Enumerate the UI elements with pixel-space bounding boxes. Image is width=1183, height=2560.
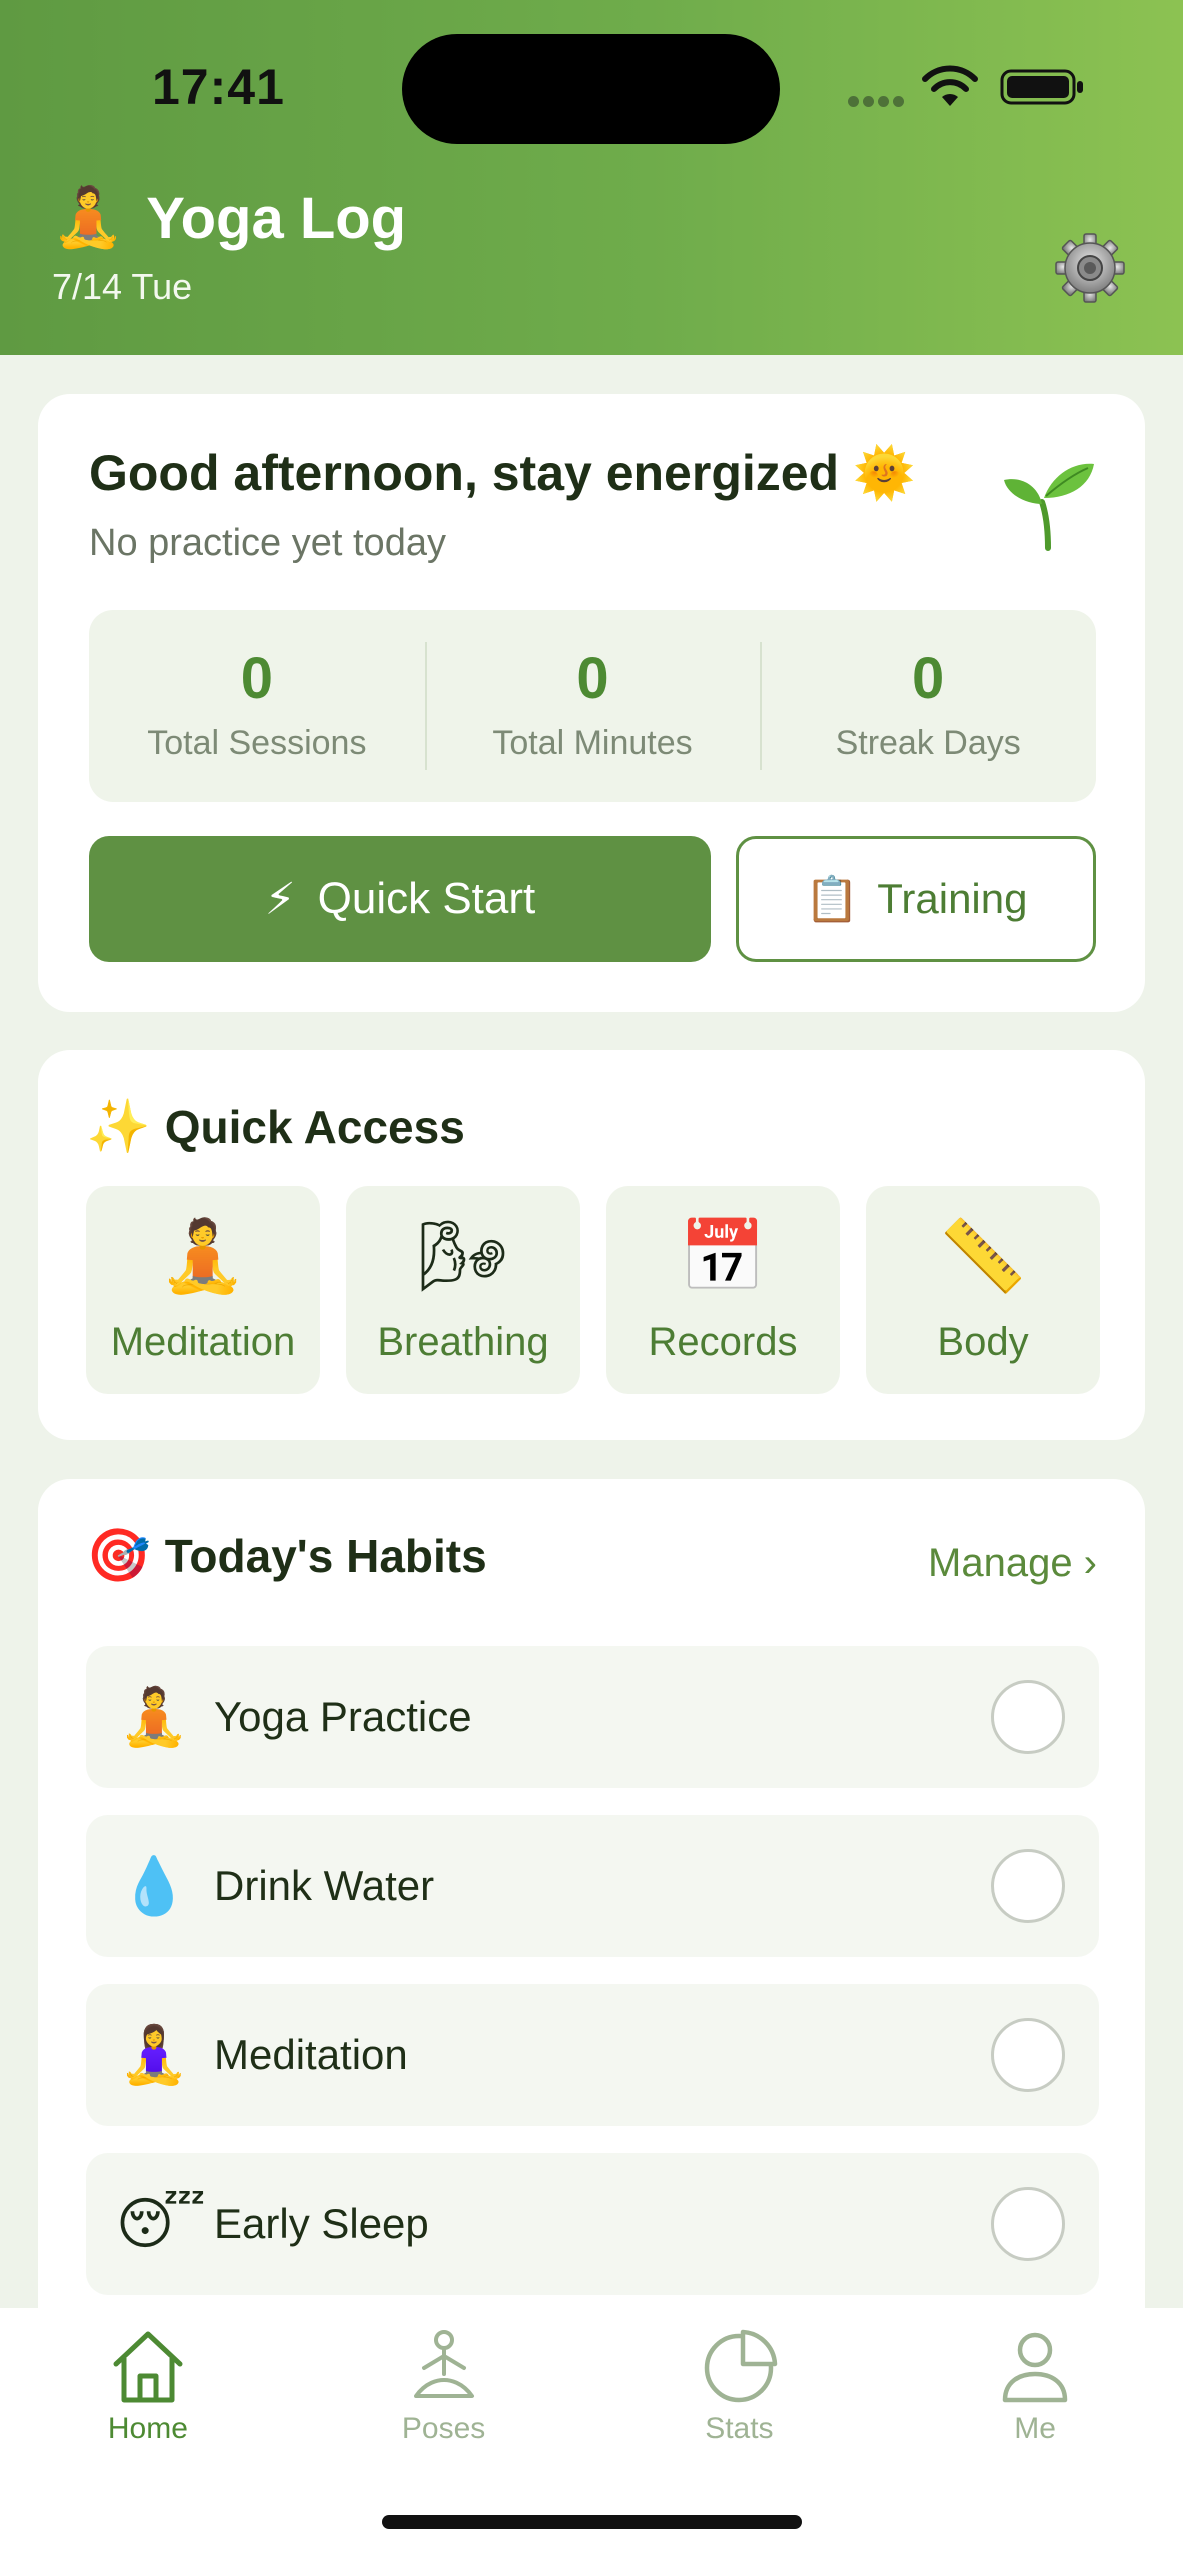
stat-label: Streak Days xyxy=(835,723,1021,762)
habit-checkbox[interactable] xyxy=(991,2018,1065,2092)
yoga-icon: 🧘 xyxy=(119,1685,189,1748)
quick-start-label: Quick Start xyxy=(317,874,536,923)
tab-label: Home xyxy=(107,2412,188,2445)
yoga-logo-icon: 🧘 xyxy=(52,185,125,250)
habit-item-meditation[interactable]: 🧘‍♀️ Meditation xyxy=(86,1984,1099,2126)
meditation-icon: 🧘 xyxy=(159,1217,247,1295)
gear-icon[interactable] xyxy=(1052,230,1128,306)
section-title: Today's Habits xyxy=(164,1530,487,1582)
quick-access-grid: 🧘 Meditation 🌬 Breathing 📅 Records 📏 Bod… xyxy=(86,1186,1100,1394)
tile-label: Body xyxy=(937,1320,1029,1364)
tile-label: Records xyxy=(648,1320,798,1364)
quick-access-header: ✨ Quick Access xyxy=(86,1100,465,1154)
tab-label: Poses xyxy=(401,2412,486,2445)
clipboard-icon: 📋 xyxy=(804,875,860,924)
breathing-icon: 🌬 xyxy=(418,1217,508,1295)
stat-value: 0 xyxy=(912,645,945,711)
sparkles-icon: ✨ xyxy=(86,1098,151,1156)
stat-value: 0 xyxy=(240,645,273,711)
habits-header: 🎯 Today's Habits xyxy=(86,1529,487,1583)
quick-access-card: ✨ Quick Access 🧘 Meditation 🌬 Breathing … xyxy=(38,1050,1145,1440)
tab-label: Stats xyxy=(705,2412,774,2445)
stats-summary: 0 Total Sessions 0 Total Minutes 0 Strea… xyxy=(89,610,1096,802)
training-label: Training xyxy=(877,875,1028,922)
habit-checkbox[interactable] xyxy=(991,1849,1065,1923)
greeting-subtitle: No practice yet today xyxy=(89,522,446,564)
home-indicator xyxy=(382,2515,802,2529)
stat-value: 0 xyxy=(576,645,609,711)
greeting-card: Good afternoon, stay energized 🌞 No prac… xyxy=(38,394,1145,1012)
quick-access-meditation[interactable]: 🧘 Meditation xyxy=(86,1186,320,1394)
lightning-icon: ⚡ xyxy=(264,874,296,924)
water-drop-icon: 💧 xyxy=(119,1854,189,1917)
habit-label: Yoga Practice xyxy=(214,1693,472,1740)
tab-label: Me xyxy=(1014,2412,1056,2445)
habit-label: Meditation xyxy=(214,2031,408,2078)
dynamic-island xyxy=(402,34,780,144)
tab-me[interactable]: Me xyxy=(887,2308,1183,2560)
quick-access-records[interactable]: 📅 Records xyxy=(606,1186,840,1394)
stat-label: Total Sessions xyxy=(147,723,367,762)
sleeping-face-icon: 😴 xyxy=(116,2192,206,2255)
greeting-title: Good afternoon, stay energized 🌞 xyxy=(89,445,916,501)
habit-label: Drink Water xyxy=(214,1862,435,1909)
tile-label: Meditation xyxy=(110,1320,296,1364)
quick-access-body[interactable]: 📏 Body xyxy=(866,1186,1100,1394)
person-icon xyxy=(1002,2332,1068,2403)
habit-checkbox[interactable] xyxy=(991,2187,1065,2261)
today-date: 7/14 Tue xyxy=(52,266,193,307)
pose-icon xyxy=(413,2330,474,2398)
stat-total-minutes: 0 Total Minutes xyxy=(424,610,761,802)
app-header: 17:41 🧘 Yoga Log 7/14 Tue xyxy=(0,0,1183,355)
stat-total-sessions: 0 Total Sessions xyxy=(89,610,425,802)
habit-item-early-sleep[interactable]: 😴 Early Sleep xyxy=(86,2153,1099,2295)
pie-chart-icon xyxy=(705,2329,778,2403)
section-title: Quick Access xyxy=(164,1101,465,1153)
habit-item-drink-water[interactable]: 💧 Drink Water xyxy=(86,1815,1099,1957)
training-button[interactable]: 📋 Training xyxy=(736,836,1096,962)
calendar-icon: 📅 xyxy=(679,1217,767,1295)
meditation-icon: 🧘‍♀️ xyxy=(119,2023,189,2086)
tile-label: Breathing xyxy=(377,1320,549,1364)
app-title-row: 🧘 Yoga Log xyxy=(52,178,406,258)
quick-access-breathing[interactable]: 🌬 Breathing xyxy=(346,1186,580,1394)
habit-label: Early Sleep xyxy=(214,2200,429,2247)
app-title: Yoga Log xyxy=(146,185,407,251)
wifi-icon xyxy=(922,65,978,106)
tab-home[interactable]: Home xyxy=(0,2308,296,2560)
habit-checkbox[interactable] xyxy=(991,1680,1065,1754)
quick-start-button[interactable]: ⚡ Quick Start xyxy=(89,836,711,962)
status-time: 17:41 xyxy=(152,59,285,115)
sprout-icon xyxy=(1004,463,1094,551)
manage-habits-link[interactable]: Manage › xyxy=(928,1541,1097,1586)
habit-item-yoga-practice[interactable]: 🧘 Yoga Practice xyxy=(86,1646,1099,1788)
stat-streak-days: 0 Streak Days xyxy=(760,610,1096,802)
cellular-signal-icon xyxy=(848,94,908,108)
target-icon: 🎯 xyxy=(86,1527,151,1585)
ruler-icon: 📏 xyxy=(939,1217,1027,1295)
home-icon xyxy=(113,2331,183,2403)
stat-label: Total Minutes xyxy=(492,723,693,762)
battery-icon xyxy=(1000,69,1083,105)
